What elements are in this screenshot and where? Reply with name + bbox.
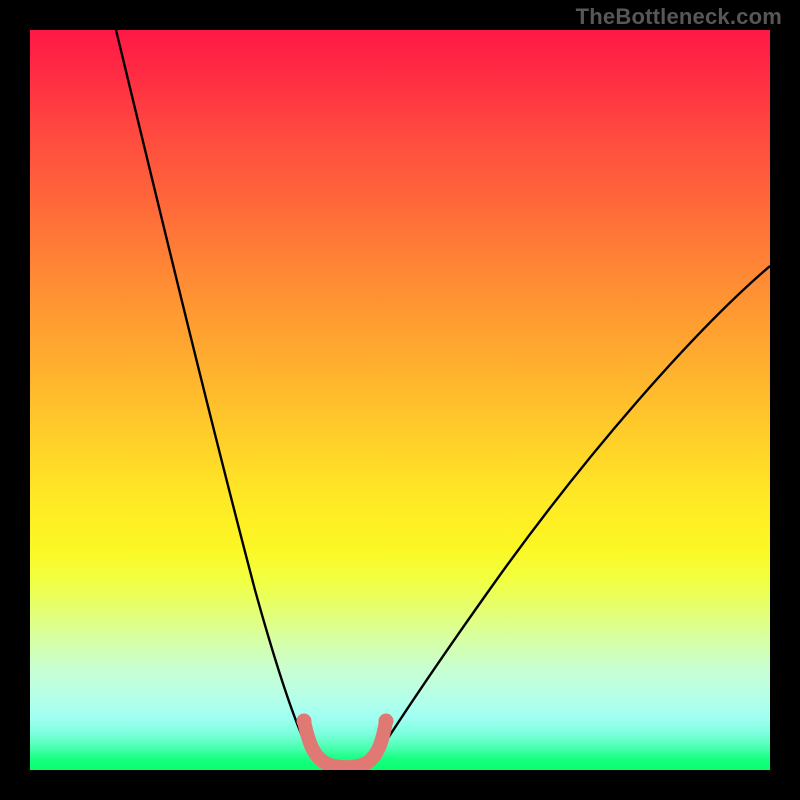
- valley-marker-dot-right: [379, 714, 394, 729]
- curve-layer: [30, 30, 770, 770]
- valley-marker-path: [304, 721, 386, 767]
- watermark-text: TheBottleneck.com: [576, 4, 782, 30]
- chart-frame: TheBottleneck.com: [0, 0, 800, 800]
- valley-marker-dot-left: [297, 714, 312, 729]
- curve-left: [116, 30, 311, 756]
- plot-area: [30, 30, 770, 770]
- curve-right: [379, 266, 770, 752]
